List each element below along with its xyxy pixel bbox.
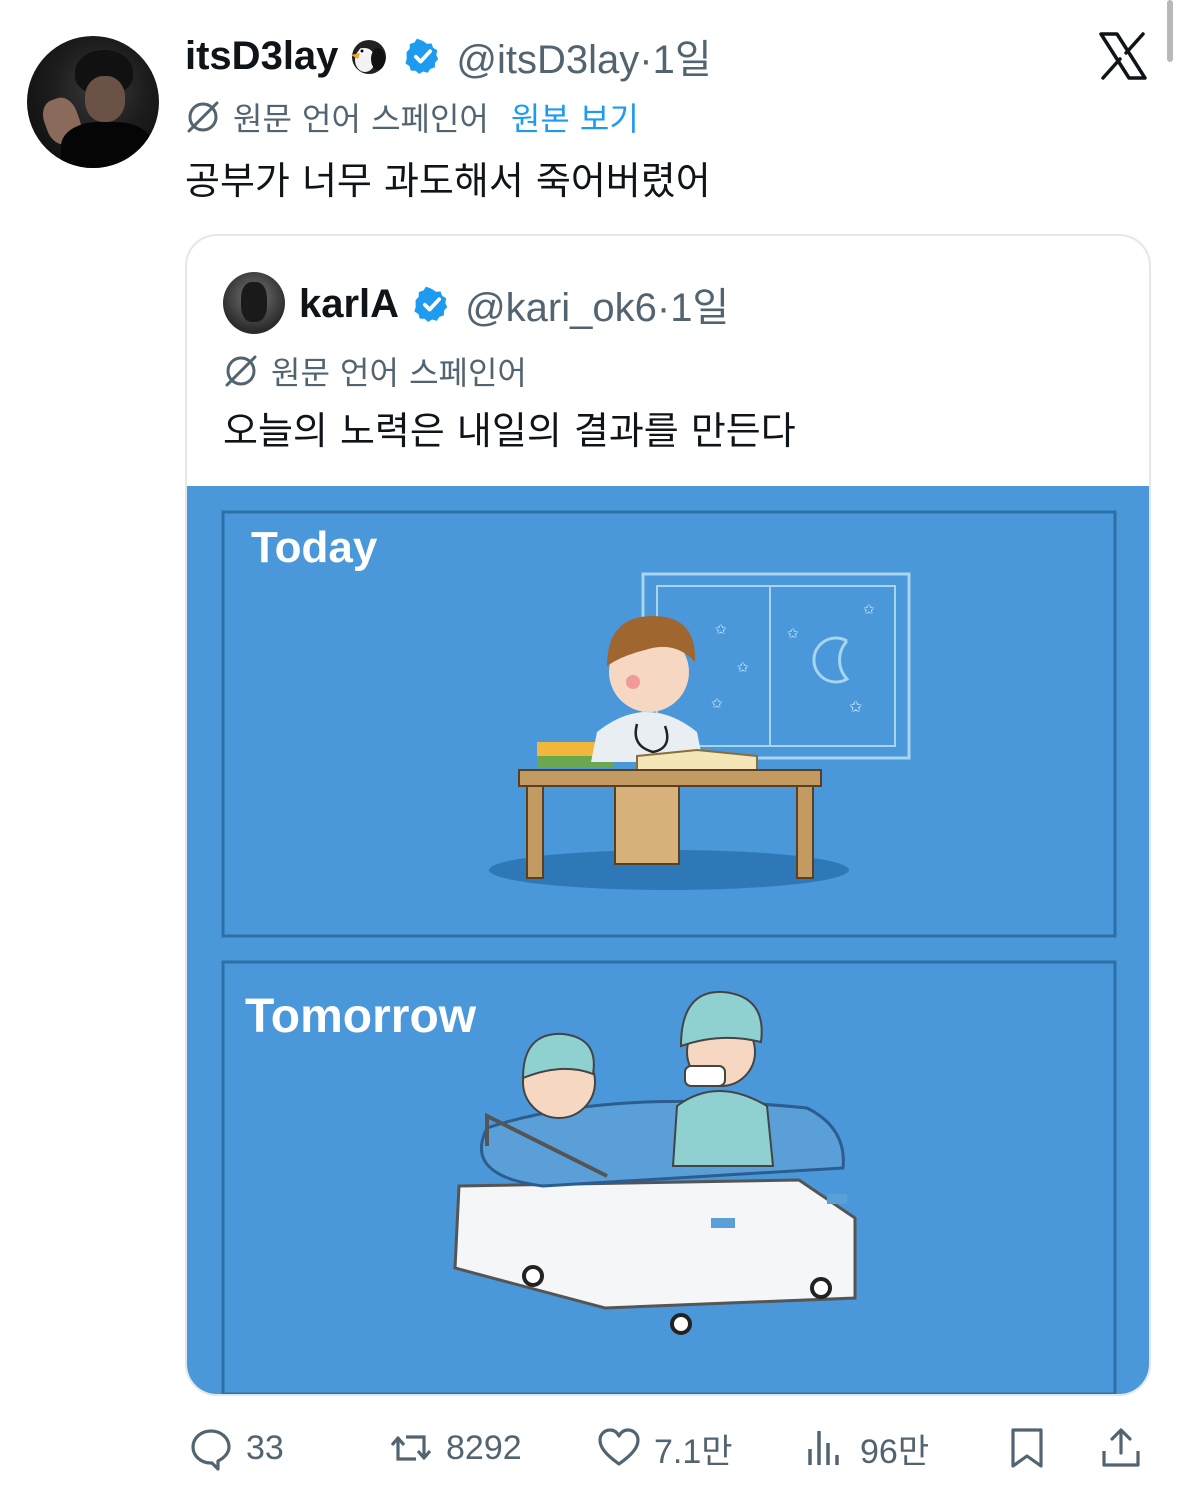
quoted-tweet-text: 오늘의 노력은 내일의 결과를 만든다 — [223, 409, 796, 453]
views-button[interactable]: 96만 — [802, 1418, 929, 1478]
like-count: 7.1만 — [654, 1432, 733, 1471]
penguin-emoji-icon — [351, 40, 387, 74]
svg-text:✩: ✩ — [711, 696, 723, 712]
author-avatar[interactable] — [27, 36, 159, 168]
quoted-tweet-image[interactable]: Today Tomorrow ✩ ✩ ✩ ✩ ✩ ✩ — [187, 486, 1149, 1394]
translate-globe-icon — [225, 355, 257, 387]
x-close-icon[interactable] — [1097, 30, 1149, 82]
quoted-author-avatar[interactable] — [223, 272, 285, 334]
verified-badge-icon — [414, 286, 448, 322]
tweet-header: itsD3lay @itsD3lay·1일 — [185, 28, 712, 84]
tweet-text: 공부가 너무 과도해서 죽어버렸어 — [185, 159, 711, 203]
cartoon-illustration: Today Tomorrow ✩ ✩ ✩ ✩ ✩ ✩ — [221, 510, 1117, 1394]
translate-globe-icon — [187, 101, 219, 133]
quoted-handle[interactable]: @kari_ok6·1일 — [465, 275, 729, 333]
like-button[interactable]: 7.1만 — [596, 1418, 733, 1478]
svg-text:✩: ✩ — [737, 660, 749, 676]
svg-text:✩: ✩ — [787, 626, 799, 642]
show-original-link[interactable]: 원본 보기 — [511, 94, 639, 140]
share-icon — [1102, 1428, 1140, 1467]
panel-label-today: Today — [251, 523, 378, 572]
svg-text:✩: ✩ — [863, 602, 875, 618]
reply-icon — [191, 1429, 231, 1471]
quoted-tweet-time: 1일 — [670, 286, 730, 330]
bookmark-button[interactable] — [1004, 1418, 1050, 1478]
quoted-display-name[interactable]: karlA — [299, 282, 399, 327]
panel-label-tomorrow: Tomorrow — [245, 990, 477, 1043]
like-icon — [598, 1428, 640, 1466]
reply-count: 33 — [246, 1428, 284, 1467]
quoted-tweet-card[interactable]: karlA @kari_ok6·1일 원문 언어 스페인어 오늘의 노력은 내일… — [185, 234, 1151, 1396]
tweet-action-bar: 33 8292 7.1만 96만 — [0, 1418, 1179, 1478]
repost-icon — [390, 1435, 432, 1461]
svg-text:✩: ✩ — [715, 622, 727, 638]
scrollbar[interactable] — [1167, 0, 1173, 62]
svg-text:✩: ✩ — [849, 697, 863, 716]
bookmark-icon — [1011, 1428, 1043, 1468]
translation-note: 원문 언어 스페인어 원본 보기 — [185, 94, 639, 140]
share-button[interactable] — [1098, 1418, 1144, 1478]
view-count: 96만 — [860, 1432, 930, 1471]
repost-count: 8292 — [446, 1428, 522, 1467]
views-icon — [808, 1431, 839, 1465]
author-handle[interactable]: @itsD3lay·1일 — [456, 27, 711, 85]
reply-button[interactable]: 33 — [188, 1418, 284, 1478]
repost-button[interactable]: 8292 — [388, 1418, 522, 1478]
verified-badge-icon — [405, 38, 439, 74]
author-display-name[interactable]: itsD3lay — [185, 34, 338, 79]
quoted-translation-note: 원문 언어 스페인어 — [223, 348, 527, 394]
tweet-time: 1일 — [652, 38, 712, 82]
quoted-tweet-header: karlA @kari_ok6·1일 — [299, 276, 729, 332]
